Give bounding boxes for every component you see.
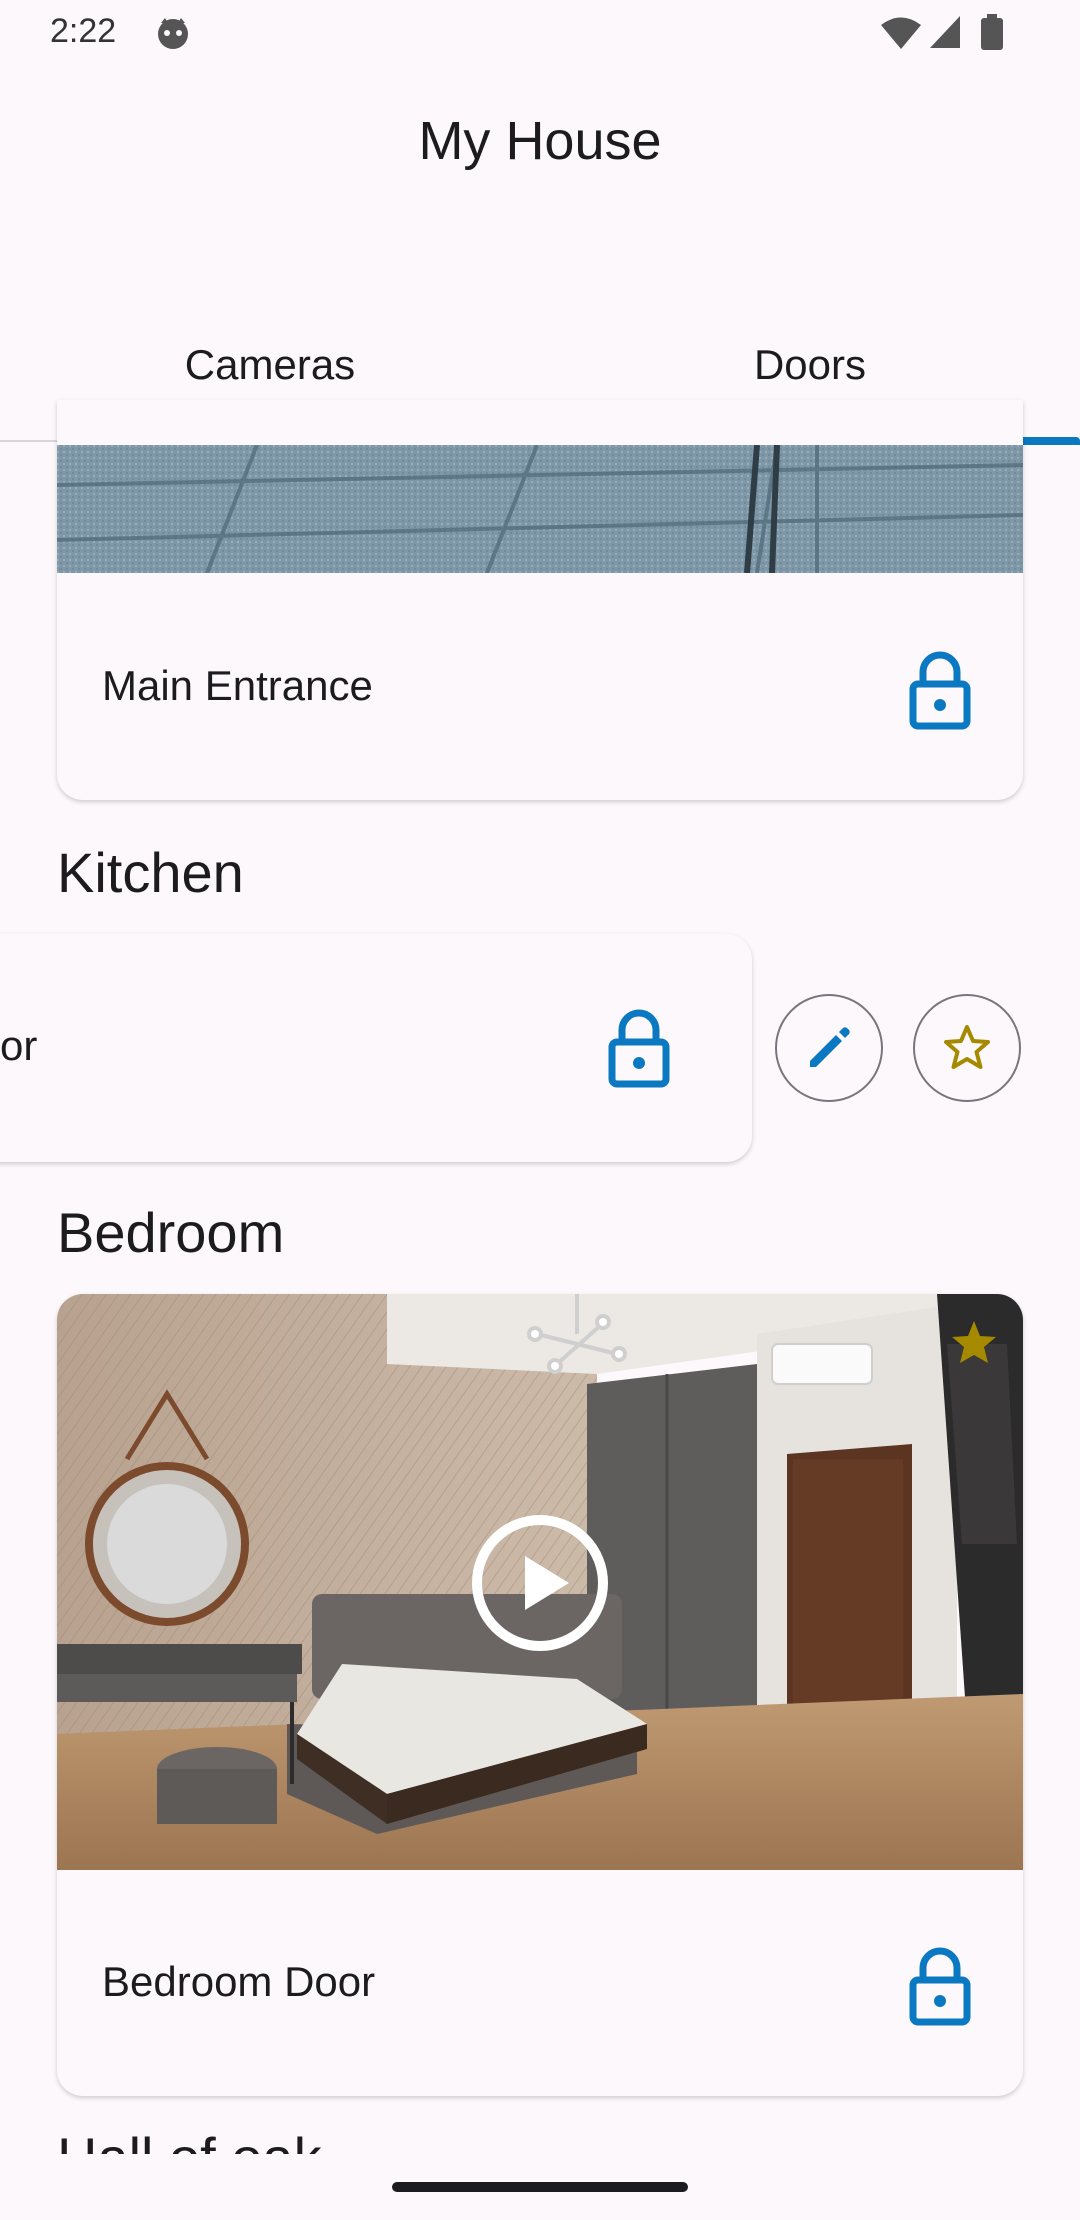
page-title: My House	[418, 111, 662, 171]
favorite-star-icon[interactable]	[949, 1318, 999, 1368]
edit-icon	[810, 1027, 850, 1067]
edit-button[interactable]	[775, 994, 883, 1102]
door-name: or	[0, 1022, 38, 1069]
play-icon[interactable]	[471, 1514, 609, 1652]
cat-notification-icon	[158, 18, 188, 49]
star-outline-icon	[944, 1025, 990, 1069]
wifi-icon	[881, 17, 921, 49]
section-title-partial: Hall of oak	[57, 2130, 322, 2154]
favorite-button[interactable]	[913, 994, 1021, 1102]
lock-icon[interactable]	[604, 1008, 674, 1088]
signal-icon	[930, 16, 960, 48]
lock-icon[interactable]	[905, 1946, 975, 2026]
door-card-main-entrance[interactable]: Main Entrance	[57, 400, 1023, 800]
door-card-kitchen[interactable]: or	[0, 934, 752, 1162]
status-time: 2:22	[50, 12, 117, 50]
door-name: Main Entrance	[102, 662, 373, 709]
status-bar: 2:22	[0, 0, 1080, 66]
section-title-kitchen: Kitchen	[57, 841, 244, 904]
door-name: Bedroom Door	[102, 1958, 376, 2005]
battery-icon	[981, 14, 1003, 50]
door-card-bedroom[interactable]: Bedroom Door	[57, 1294, 1023, 2096]
main-entrance-photo[interactable]	[57, 445, 1023, 573]
lock-icon[interactable]	[905, 650, 975, 730]
home-indicator[interactable]	[392, 2182, 688, 2192]
section-title-bedroom: Bedroom	[57, 1201, 285, 1264]
